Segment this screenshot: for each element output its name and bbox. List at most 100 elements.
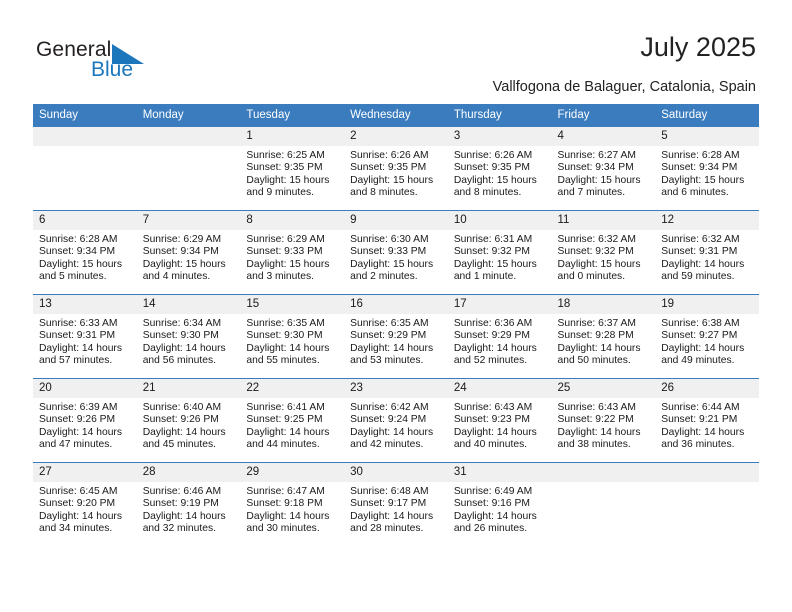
sunrise-time: Sunrise: 6:29 AM [142,234,222,245]
sunrise-time: Sunrise: 6:28 AM [661,150,740,161]
sunset-time: Sunset: 9:28 PM [557,330,634,342]
calendar-day-cell[interactable]: 6 Sunrise: 6:28 AM Sunset: 9:34 PM Daylight… [33,210,137,295]
calendar-day-cell[interactable]: 24 Sunrise: 6:43 AM Sunset: 9:23 PM Dayligh… [447,378,552,463]
day-details: Sunrise: 6:29 AM Sunset: 9:33 PM Daylight:… [240,230,344,284]
day-number: 16 [344,295,448,314]
daylight-duration-line2: and 56 minutes. [142,355,216,367]
day-details [655,482,759,486]
day-number: 4 [551,127,656,146]
sunrise-time: Sunrise: 6:35 AM [246,318,325,329]
calendar-week-row: 20 Sunrise: 6:39 AM Sunset: 9:26 PM Dayligh… [33,378,759,463]
sunset-time: Sunset: 9:22 PM [557,414,634,426]
day-number: 31 [447,463,552,482]
day-details: Sunrise: 6:35 AM Sunset: 9:30 PM Daylight:… [240,314,344,368]
day-number: 1 [240,127,345,146]
day-details: Sunrise: 6:28 AM Sunset: 9:34 PM Daylight:… [655,146,759,200]
daylight-duration-line2: and 55 minutes. [246,355,320,367]
day-details: Sunrise: 6:35 AM Sunset: 9:29 PM Daylight:… [344,314,448,368]
daylight-duration-line2: and 44 minutes. [246,439,320,451]
sunrise-time: Sunrise: 6:32 AM [661,234,740,245]
calendar-week-row: 6 Sunrise: 6:28 AM Sunset: 9:34 PM Daylight… [33,210,759,295]
day-number [136,127,241,146]
calendar-day-cell[interactable]: 15 Sunrise: 6:35 AM Sunset: 9:30 PM Dayligh… [240,294,345,379]
daylight-duration-line2: and 38 minutes. [557,439,631,451]
calendar-day-cell[interactable]: 17 Sunrise: 6:36 AM Sunset: 9:29 PM Dayligh… [447,294,552,379]
calendar-cell-inner [655,463,759,547]
calendar-day-cell[interactable]: 12 Sunrise: 6:32 AM Sunset: 9:31 PM Dayligh… [655,210,759,295]
weekday-header-monday: Monday [136,104,241,127]
day-number: 27 [33,463,137,482]
sunset-time: Sunset: 9:32 PM [453,246,530,258]
calendar-day-cell[interactable]: 22 Sunrise: 6:41 AM Sunset: 9:25 PM Dayligh… [240,378,345,463]
day-details: Sunrise: 6:39 AM Sunset: 9:26 PM Daylight:… [33,398,137,452]
calendar-cell-inner: 12 Sunrise: 6:32 AM Sunset: 9:31 PM Dayligh… [655,211,759,294]
day-details: Sunrise: 6:43 AM Sunset: 9:22 PM Daylight:… [552,398,656,452]
sunset-time: Sunset: 9:34 PM [557,162,634,174]
calendar-day-cell[interactable]: 18 Sunrise: 6:37 AM Sunset: 9:28 PM Dayligh… [551,294,656,379]
daylight-duration-line1: Daylight: 14 hours [39,510,122,522]
sunrise-time: Sunrise: 6:41 AM [246,402,325,413]
daylight-duration-line2: and 8 minutes. [350,187,418,199]
calendar-day-cell[interactable]: 27 Sunrise: 6:45 AM Sunset: 9:20 PM Dayligh… [33,462,137,547]
calendar-day-cell[interactable]: 10 Sunrise: 6:31 AM Sunset: 9:32 PM Dayligh… [447,210,552,295]
day-details: Sunrise: 6:26 AM Sunset: 9:35 PM Daylight:… [344,146,448,200]
calendar-day-cell[interactable]: 28 Sunrise: 6:46 AM Sunset: 9:19 PM Dayligh… [136,462,241,547]
sunset-time: Sunset: 9:31 PM [39,330,116,342]
general-blue-logo[interactable]: General Blue [36,38,176,86]
sunset-time: Sunset: 9:18 PM [246,498,323,510]
day-details: Sunrise: 6:41 AM Sunset: 9:25 PM Daylight:… [240,398,344,452]
calendar-page: General Blue July 2025 Vallfogona de Bal… [0,0,792,612]
daylight-duration-line2: and 0 minutes. [557,271,626,283]
daylight-duration-line1: Daylight: 15 hours [246,174,330,186]
day-number: 24 [447,379,552,398]
calendar-day-cell[interactable]: 29 Sunrise: 6:47 AM Sunset: 9:18 PM Dayligh… [240,462,345,547]
calendar-cell-inner: 28 Sunrise: 6:46 AM Sunset: 9:19 PM Dayligh… [136,463,241,547]
calendar-day-cell[interactable]: 4 Sunrise: 6:27 AM Sunset: 9:34 PM Daylight… [551,126,656,211]
day-number: 30 [344,463,448,482]
weekday-header-friday: Friday [551,104,656,127]
calendar-cell-empty [33,126,137,211]
calendar-day-cell[interactable]: 19 Sunrise: 6:38 AM Sunset: 9:27 PM Dayligh… [655,294,759,379]
day-number: 14 [136,295,241,314]
sunrise-time: Sunrise: 6:26 AM [453,150,533,161]
day-details: Sunrise: 6:48 AM Sunset: 9:17 PM Daylight:… [344,482,448,536]
calendar-cell-inner: 17 Sunrise: 6:36 AM Sunset: 9:29 PM Dayligh… [447,295,552,378]
calendar-day-cell[interactable]: 20 Sunrise: 6:39 AM Sunset: 9:26 PM Dayligh… [33,378,137,463]
calendar-day-cell[interactable]: 7 Sunrise: 6:29 AM Sunset: 9:34 PM Daylight… [136,210,241,295]
calendar-cell-inner: 20 Sunrise: 6:39 AM Sunset: 9:26 PM Dayligh… [33,379,137,462]
sunset-time: Sunset: 9:30 PM [246,330,323,342]
calendar-day-cell[interactable]: 30 Sunrise: 6:48 AM Sunset: 9:17 PM Dayligh… [344,462,448,547]
day-number: 6 [33,211,137,230]
daylight-duration-line2: and 53 minutes. [350,355,424,367]
calendar-cell-inner [136,127,241,210]
calendar-day-cell[interactable]: 8 Sunrise: 6:29 AM Sunset: 9:33 PM Daylight… [240,210,345,295]
day-details: Sunrise: 6:32 AM Sunset: 9:31 PM Daylight:… [655,230,759,284]
daylight-duration-line2: and 47 minutes. [39,439,113,451]
calendar-day-cell[interactable]: 14 Sunrise: 6:34 AM Sunset: 9:30 PM Dayligh… [136,294,241,379]
daylight-duration-line1: Daylight: 14 hours [246,342,330,354]
day-details: Sunrise: 6:33 AM Sunset: 9:31 PM Daylight:… [33,314,137,368]
day-number: 10 [447,211,552,230]
calendar-day-cell[interactable]: 2 Sunrise: 6:26 AM Sunset: 9:35 PM Daylight… [344,126,448,211]
daylight-duration-line1: Daylight: 14 hours [453,510,537,522]
daylight-duration-line1: Daylight: 15 hours [661,174,745,186]
calendar-day-cell[interactable]: 21 Sunrise: 6:40 AM Sunset: 9:26 PM Dayligh… [136,378,241,463]
daylight-duration-line2: and 1 minute. [453,271,517,283]
calendar-day-cell[interactable]: 16 Sunrise: 6:35 AM Sunset: 9:29 PM Dayligh… [344,294,448,379]
calendar-day-cell[interactable]: 13 Sunrise: 6:33 AM Sunset: 9:31 PM Dayligh… [33,294,137,379]
calendar-day-cell[interactable]: 23 Sunrise: 6:42 AM Sunset: 9:24 PM Dayligh… [344,378,448,463]
day-details [552,482,656,486]
calendar-day-cell[interactable]: 26 Sunrise: 6:44 AM Sunset: 9:21 PM Dayligh… [655,378,759,463]
calendar-day-cell[interactable]: 3 Sunrise: 6:26 AM Sunset: 9:35 PM Daylight… [447,126,552,211]
day-details: Sunrise: 6:46 AM Sunset: 9:19 PM Daylight:… [137,482,241,536]
calendar-day-cell[interactable]: 25 Sunrise: 6:43 AM Sunset: 9:22 PM Dayligh… [551,378,656,463]
calendar-day-cell[interactable]: 9 Sunrise: 6:30 AM Sunset: 9:33 PM Daylight… [344,210,448,295]
day-details: Sunrise: 6:32 AM Sunset: 9:32 PM Daylight:… [552,230,656,284]
day-details: Sunrise: 6:26 AM Sunset: 9:35 PM Daylight:… [448,146,552,200]
calendar-day-cell[interactable]: 1 Sunrise: 6:25 AM Sunset: 9:35 PM Daylight… [240,126,345,211]
sunrise-time: Sunrise: 6:33 AM [39,318,118,329]
calendar-day-cell[interactable]: 11 Sunrise: 6:32 AM Sunset: 9:32 PM Dayligh… [551,210,656,295]
calendar-day-cell[interactable]: 5 Sunrise: 6:28 AM Sunset: 9:34 PM Daylight… [655,126,759,211]
calendar-day-cell[interactable]: 31 Sunrise: 6:49 AM Sunset: 9:16 PM Dayligh… [447,462,552,547]
day-details: Sunrise: 6:40 AM Sunset: 9:26 PM Daylight:… [137,398,241,452]
